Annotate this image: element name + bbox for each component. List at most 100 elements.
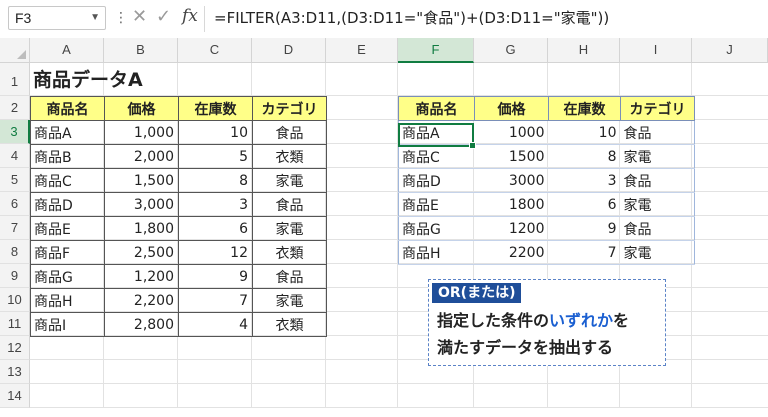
column-header-i[interactable]: I [620,38,692,63]
header-cell-name[interactable]: 商品名 [30,96,105,121]
row-header-1[interactable]: 1 [0,63,30,96]
header-cell-name[interactable]: 商品名 [398,96,475,121]
cell-stock[interactable]: 10 [178,120,253,145]
column-header-d[interactable]: D [252,38,326,63]
cell-name[interactable]: 商品I [30,312,105,337]
cell-category[interactable]: 家電 [252,288,327,313]
cell-stock[interactable]: 12 [178,240,253,265]
cell-price[interactable]: 2,500 [104,240,179,265]
cell-category[interactable]: 食品 [252,120,327,145]
cell-category[interactable]: 食品 [620,216,695,241]
cell-category[interactable]: 家電 [620,240,695,265]
name-box[interactable]: F3 ▼ [8,6,106,30]
cell-name[interactable]: 商品C [398,144,475,169]
cell-stock[interactable]: 3 [548,168,621,193]
cell-stock[interactable]: 4 [178,312,253,337]
cell-stock[interactable]: 8 [548,144,621,169]
cell-name[interactable]: 商品B [30,144,105,169]
cell-category[interactable]: 衣類 [252,312,327,337]
cell-stock[interactable]: 9 [178,264,253,289]
cell-name[interactable]: 商品H [30,288,105,313]
cell-stock[interactable]: 3 [178,192,253,217]
cell-stock[interactable]: 6 [178,216,253,241]
cell-category[interactable]: 食品 [252,264,327,289]
row-header-10[interactable]: 10 [0,288,30,312]
cell-stock[interactable]: 10 [548,120,621,145]
header-cell-price[interactable]: 価格 [104,96,179,121]
sheet-title[interactable]: 商品データA [30,68,230,92]
row-header-14[interactable]: 14 [0,384,30,408]
cell-price[interactable]: 2,000 [104,144,179,169]
cancel-icon[interactable]: ✕ [132,7,147,27]
cell-category[interactable]: 家電 [252,168,327,193]
header-cell-category[interactable]: カテゴリ [252,96,327,121]
cell-name[interactable]: 商品G [398,216,475,241]
chevron-down-icon[interactable]: ▼ [90,7,100,29]
cell-stock[interactable]: 7 [178,288,253,313]
cell-name[interactable]: 商品C [30,168,105,193]
cell-price[interactable]: 1200 [474,216,549,241]
cell-price[interactable]: 1500 [474,144,549,169]
cell-stock[interactable]: 5 [178,144,253,169]
cell-name[interactable]: 商品G [30,264,105,289]
cell-price[interactable]: 1,500 [104,168,179,193]
row-header-5[interactable]: 5 [0,168,30,192]
column-header-j[interactable]: J [692,38,768,63]
column-header-h[interactable]: H [548,38,620,63]
cell-category[interactable]: 家電 [620,192,695,217]
cell-price[interactable]: 1800 [474,192,549,217]
cell-price[interactable]: 3,000 [104,192,179,217]
cell-name[interactable]: 商品F [30,240,105,265]
active-cell-selection[interactable] [398,123,476,149]
row-header-6[interactable]: 6 [0,192,30,216]
column-header-a[interactable]: A [30,38,104,63]
cell-price[interactable]: 3000 [474,168,549,193]
cell-stock[interactable]: 9 [548,216,621,241]
more-options-icon[interactable]: ⋮ [114,9,128,27]
cell-price[interactable]: 1000 [474,120,549,145]
enter-icon[interactable]: ✓ [156,7,171,27]
select-all-button[interactable] [0,38,30,63]
column-header-c[interactable]: C [178,38,252,63]
row-header-7[interactable]: 7 [0,216,30,240]
row-header-11[interactable]: 11 [0,312,30,336]
cell-price[interactable]: 2200 [474,240,549,265]
cell-price[interactable]: 2,800 [104,312,179,337]
cell-category[interactable]: 家電 [620,144,695,169]
row-header-4[interactable]: 4 [0,144,30,168]
row-header-12[interactable]: 12 [0,336,30,360]
cell-price[interactable]: 1,200 [104,264,179,289]
column-header-g[interactable]: G [474,38,548,63]
header-cell-category[interactable]: カテゴリ [620,96,695,121]
cell-stock[interactable]: 6 [548,192,621,217]
row-header-13[interactable]: 13 [0,360,30,384]
cell-price[interactable]: 1,000 [104,120,179,145]
header-cell-stock[interactable]: 在庫数 [178,96,253,121]
header-cell-price[interactable]: 価格 [474,96,549,121]
header-cell-stock[interactable]: 在庫数 [548,96,621,121]
column-header-f[interactable]: F [398,38,474,63]
row-header-3[interactable]: 3 [0,120,30,144]
cell-name[interactable]: 商品D [398,168,475,193]
cell-category[interactable]: 食品 [252,192,327,217]
cell-category[interactable]: 食品 [620,120,695,145]
column-header-b[interactable]: B [104,38,178,63]
cell-category[interactable]: 家電 [252,216,327,241]
row-header-9[interactable]: 9 [0,264,30,288]
cell-stock[interactable]: 7 [548,240,621,265]
column-header-e[interactable]: E [326,38,398,63]
formula-input[interactable]: =FILTER(A3:D11,(D3:D11="食品")+(D3:D11="家電… [214,8,609,28]
cell-category[interactable]: 食品 [620,168,695,193]
cell-name[interactable]: 商品E [30,216,105,241]
cell-name[interactable]: 商品A [30,120,105,145]
cell-name[interactable]: 商品D [30,192,105,217]
cell-category[interactable]: 衣類 [252,240,327,265]
row-header-8[interactable]: 8 [0,240,30,264]
cell-name[interactable]: 商品H [398,240,475,265]
cell-price[interactable]: 1,800 [104,216,179,241]
cell-category[interactable]: 衣類 [252,144,327,169]
row-header-2[interactable]: 2 [0,96,30,120]
cell-price[interactable]: 2,200 [104,288,179,313]
insert-function-button[interactable]: fx [182,6,198,26]
cell-name[interactable]: 商品E [398,192,475,217]
